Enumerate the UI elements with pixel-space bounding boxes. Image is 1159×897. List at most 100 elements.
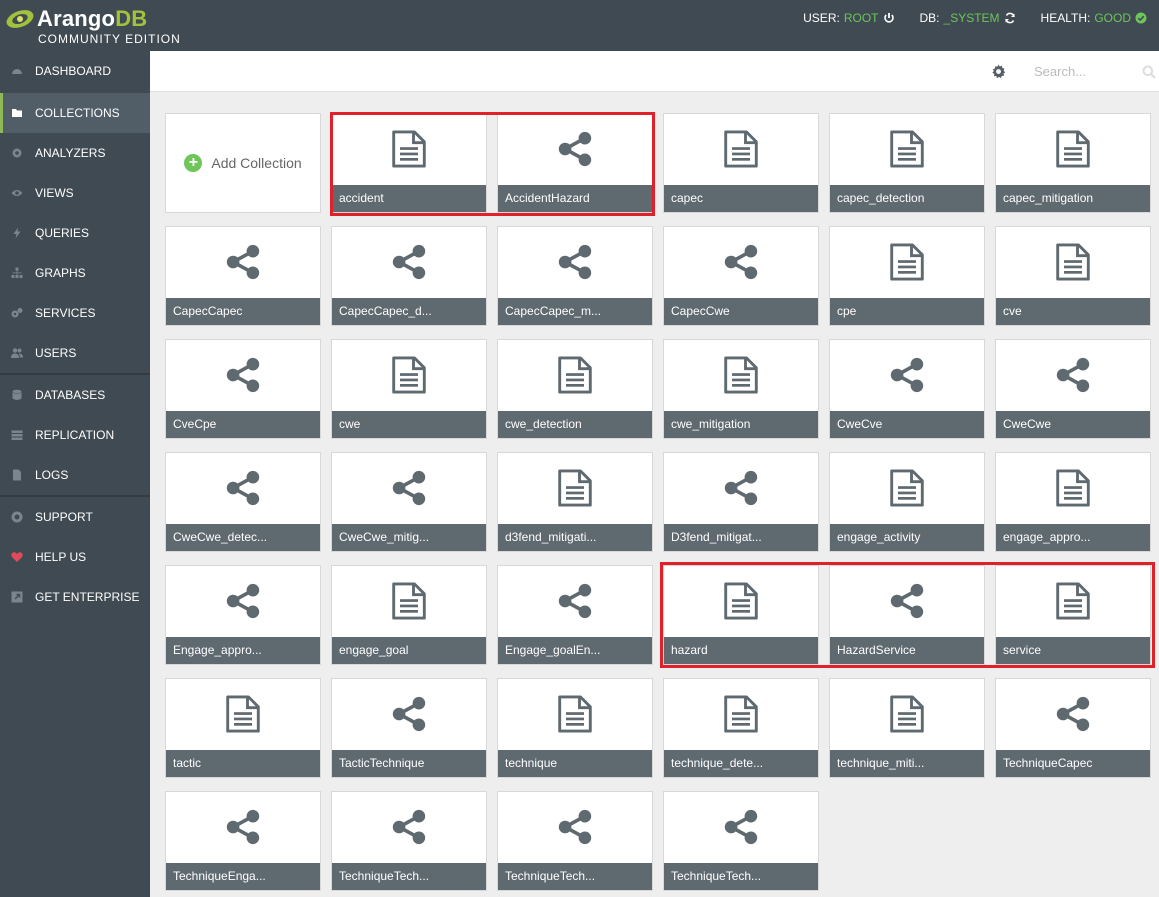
database-icon: [10, 388, 24, 402]
collection-tile[interactable]: technique: [497, 678, 653, 778]
document-icon: [887, 128, 927, 170]
bolt-icon: [10, 226, 24, 240]
user-value[interactable]: ROOT: [844, 11, 879, 25]
collection-tile[interactable]: hazard: [663, 565, 819, 665]
share-edge-icon: [1053, 693, 1093, 735]
collection-tile[interactable]: service: [995, 565, 1151, 665]
collection-tile[interactable]: cpe: [829, 226, 985, 326]
sidebar-item-services[interactable]: SERVICES: [0, 293, 150, 333]
document-icon: [555, 354, 595, 396]
collection-name: service: [996, 637, 1150, 664]
refresh-icon[interactable]: [1004, 12, 1016, 24]
collection-tile[interactable]: TacticTechnique: [331, 678, 487, 778]
collection-tile[interactable]: capec: [663, 113, 819, 213]
collection-tile[interactable]: cwe_detection: [497, 339, 653, 439]
collection-tile[interactable]: HazardService: [829, 565, 985, 665]
collection-tile[interactable]: CapecCapec_d...: [331, 226, 487, 326]
collection-name: tactic: [166, 750, 320, 777]
document-icon: [721, 580, 761, 622]
document-icon: [887, 241, 927, 283]
sidebar-nav: DASHBOARD COLLECTIONS ANALYZERS VIEWS QU…: [0, 51, 150, 897]
collection-tile[interactable]: Engage_goalEn...: [497, 565, 653, 665]
collection-name: capec: [664, 185, 818, 212]
add-collection-tile[interactable]: + Add Collection: [165, 113, 321, 213]
share-edge-icon: [389, 467, 429, 509]
lifebuoy-icon: [10, 510, 24, 524]
collection-tile[interactable]: TechniqueEnga...: [165, 791, 321, 891]
collection-tile[interactable]: D3fend_mitigat...: [663, 452, 819, 552]
collection-tile[interactable]: CveCpe: [165, 339, 321, 439]
sidebar-item-dashboard[interactable]: DASHBOARD: [0, 51, 150, 91]
share-edge-icon: [389, 241, 429, 283]
search-input[interactable]: [1030, 60, 1155, 82]
collection-name: CweCwe_mitig...: [332, 524, 486, 551]
share-edge-icon: [223, 241, 263, 283]
collection-name: cpe: [830, 298, 984, 325]
avocado-logo-icon: [6, 10, 34, 28]
collection-tile[interactable]: tactic: [165, 678, 321, 778]
share-edge-icon: [555, 241, 595, 283]
sidebar-item-views[interactable]: VIEWS: [0, 173, 150, 213]
collection-tile[interactable]: engage_appro...: [995, 452, 1151, 552]
collection-tile[interactable]: cwe_mitigation: [663, 339, 819, 439]
share-edge-icon: [389, 806, 429, 848]
sidebar-item-replication[interactable]: REPLICATION: [0, 415, 150, 455]
collection-name: CapecCapec: [166, 298, 320, 325]
db-value[interactable]: _SYSTEM: [944, 11, 1000, 25]
sidebar-item-graphs[interactable]: GRAPHS: [0, 253, 150, 293]
collection-tile[interactable]: technique_miti...: [829, 678, 985, 778]
sidebar-item-collections[interactable]: COLLECTIONS: [0, 93, 150, 133]
document-icon: [555, 467, 595, 509]
collection-name: cwe: [332, 411, 486, 438]
sidebar-item-databases[interactable]: DATABASES: [0, 375, 150, 415]
sidebar-item-logs[interactable]: LOGS: [0, 455, 150, 495]
collection-tile[interactable]: capec_mitigation: [995, 113, 1151, 213]
collection-name: technique_dete...: [664, 750, 818, 777]
collection-tile[interactable]: TechniqueTech...: [497, 791, 653, 891]
collection-tile[interactable]: engage_activity: [829, 452, 985, 552]
gear-icon: [10, 146, 24, 160]
collection-tile[interactable]: capec_detection: [829, 113, 985, 213]
collection-tile[interactable]: CweCwe_detec...: [165, 452, 321, 552]
settings-gear-icon[interactable]: [991, 64, 1006, 79]
collection-tile[interactable]: technique_dete...: [663, 678, 819, 778]
share-edge-icon: [887, 580, 927, 622]
collection-tile[interactable]: cve: [995, 226, 1151, 326]
document-icon: [389, 128, 429, 170]
sidebar-item-users[interactable]: USERS: [0, 333, 150, 373]
logo-text: ArangoDB: [37, 6, 148, 31]
collection-tile[interactable]: TechniqueTech...: [331, 791, 487, 891]
add-icon: +: [184, 154, 203, 172]
document-icon: [1053, 580, 1093, 622]
collection-tile[interactable]: Engage_appro...: [165, 565, 321, 665]
collection-tile[interactable]: TechniqueCapec: [995, 678, 1151, 778]
share-edge-icon: [223, 354, 263, 396]
collection-tile[interactable]: CweCwe_mitig...: [331, 452, 487, 552]
collection-name: cve: [996, 298, 1150, 325]
edition-label: COMMUNITY EDITION: [38, 32, 181, 46]
sidebar-item-analyzers[interactable]: ANALYZERS: [0, 133, 150, 173]
collection-tile[interactable]: CapecCapec: [165, 226, 321, 326]
sidebar-item-get-enterprise[interactable]: GET ENTERPRISE: [0, 577, 150, 617]
collection-tile[interactable]: CapecCapec_m...: [497, 226, 653, 326]
collection-tile[interactable]: cwe: [331, 339, 487, 439]
document-icon: [555, 693, 595, 735]
search-icon[interactable]: [1142, 65, 1156, 79]
collection-tile[interactable]: CapecCwe: [663, 226, 819, 326]
collection-tile[interactable]: CweCwe: [995, 339, 1151, 439]
collection-tile[interactable]: CweCve: [829, 339, 985, 439]
collection-tile[interactable]: TechniqueTech...: [663, 791, 819, 891]
sidebar-item-queries[interactable]: QUERIES: [0, 213, 150, 253]
collection-name: accident: [332, 185, 486, 212]
collection-tile[interactable]: engage_goal: [331, 565, 487, 665]
arangodb-logo[interactable]: ArangoDB COMMUNITY EDITION: [5, 5, 185, 47]
share-edge-icon: [555, 806, 595, 848]
document-icon: [721, 693, 761, 735]
db-status: DB: _SYSTEM: [920, 11, 1016, 25]
collection-tile[interactable]: accident: [331, 113, 487, 213]
collection-tile[interactable]: d3fend_mitigati...: [497, 452, 653, 552]
sidebar-item-support[interactable]: SUPPORT: [0, 497, 150, 537]
sidebar-item-help-us[interactable]: HELP US: [0, 537, 150, 577]
collection-tile[interactable]: AccidentHazard: [497, 113, 653, 213]
power-icon[interactable]: [883, 12, 895, 24]
